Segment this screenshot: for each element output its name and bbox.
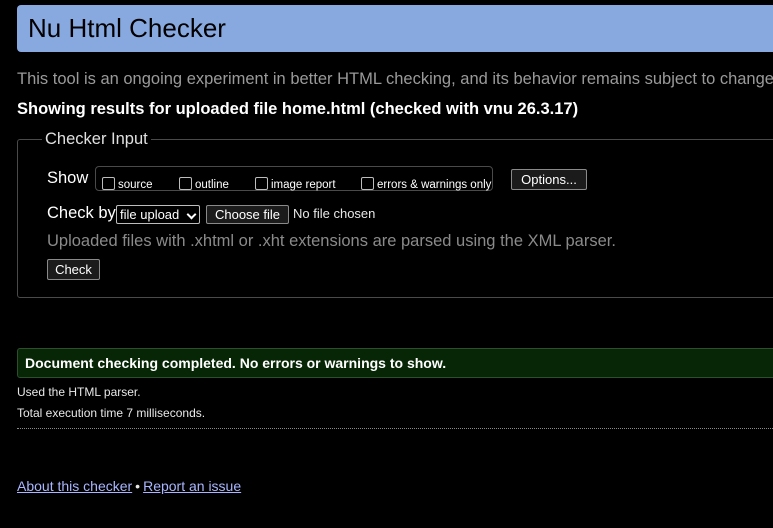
show-outline-checkbox[interactable]: outline: [179, 172, 229, 192]
divider: [17, 428, 773, 429]
show-label: Show: [47, 169, 89, 187]
page-title: Nu Html Checker: [28, 13, 226, 43]
options-button[interactable]: Options...: [511, 169, 587, 190]
chevron-down-icon: [186, 209, 197, 220]
checkbox-square[interactable]: [102, 177, 115, 190]
show-source-label: source: [118, 179, 153, 191]
footer: About this checker • Report an issue: [17, 478, 241, 494]
checkbox-square[interactable]: [361, 177, 374, 190]
about-checker-link[interactable]: About this checker: [17, 478, 132, 494]
upload-note: Uploaded files with .xhtml or .xht exten…: [47, 232, 616, 250]
title-bar: Nu Html Checker: [17, 5, 773, 52]
execution-time-text: Total execution time 7 milliseconds.: [17, 406, 206, 420]
show-image-report-label: image report: [271, 179, 336, 191]
report-issue-link[interactable]: Report an issue: [143, 478, 241, 494]
success-message: Document checking completed. No errors o…: [17, 348, 773, 378]
show-source-checkbox[interactable]: source: [102, 172, 153, 192]
results-heading: Showing results for uploaded file home.h…: [17, 100, 579, 118]
check-by-label: Check by: [47, 204, 116, 222]
show-errors-warnings-only-label: errors & warnings only: [377, 179, 492, 191]
checker-input-legend: Checker Input: [45, 130, 148, 148]
page: Nu Html Checker This tool is an ongoing …: [0, 0, 773, 528]
checkbox-square[interactable]: [179, 177, 192, 190]
show-outline-label: outline: [195, 179, 229, 191]
parser-used-text: Used the HTML parser.: [17, 385, 141, 399]
check-button[interactable]: Check: [47, 259, 100, 280]
no-file-chosen-text: No file chosen: [293, 206, 376, 221]
choose-file-button[interactable]: Choose file: [206, 205, 289, 224]
checkbox-square[interactable]: [255, 177, 268, 190]
check-by-select[interactable]: file upload: [116, 205, 200, 224]
footer-separator: •: [135, 478, 141, 494]
intro-text: This tool is an ongoing experiment in be…: [17, 70, 773, 88]
check-by-selected-value: file upload: [120, 207, 180, 222]
show-image-report-checkbox[interactable]: image report: [255, 172, 336, 192]
show-errors-warnings-only-checkbox[interactable]: errors & warnings only: [361, 172, 491, 192]
